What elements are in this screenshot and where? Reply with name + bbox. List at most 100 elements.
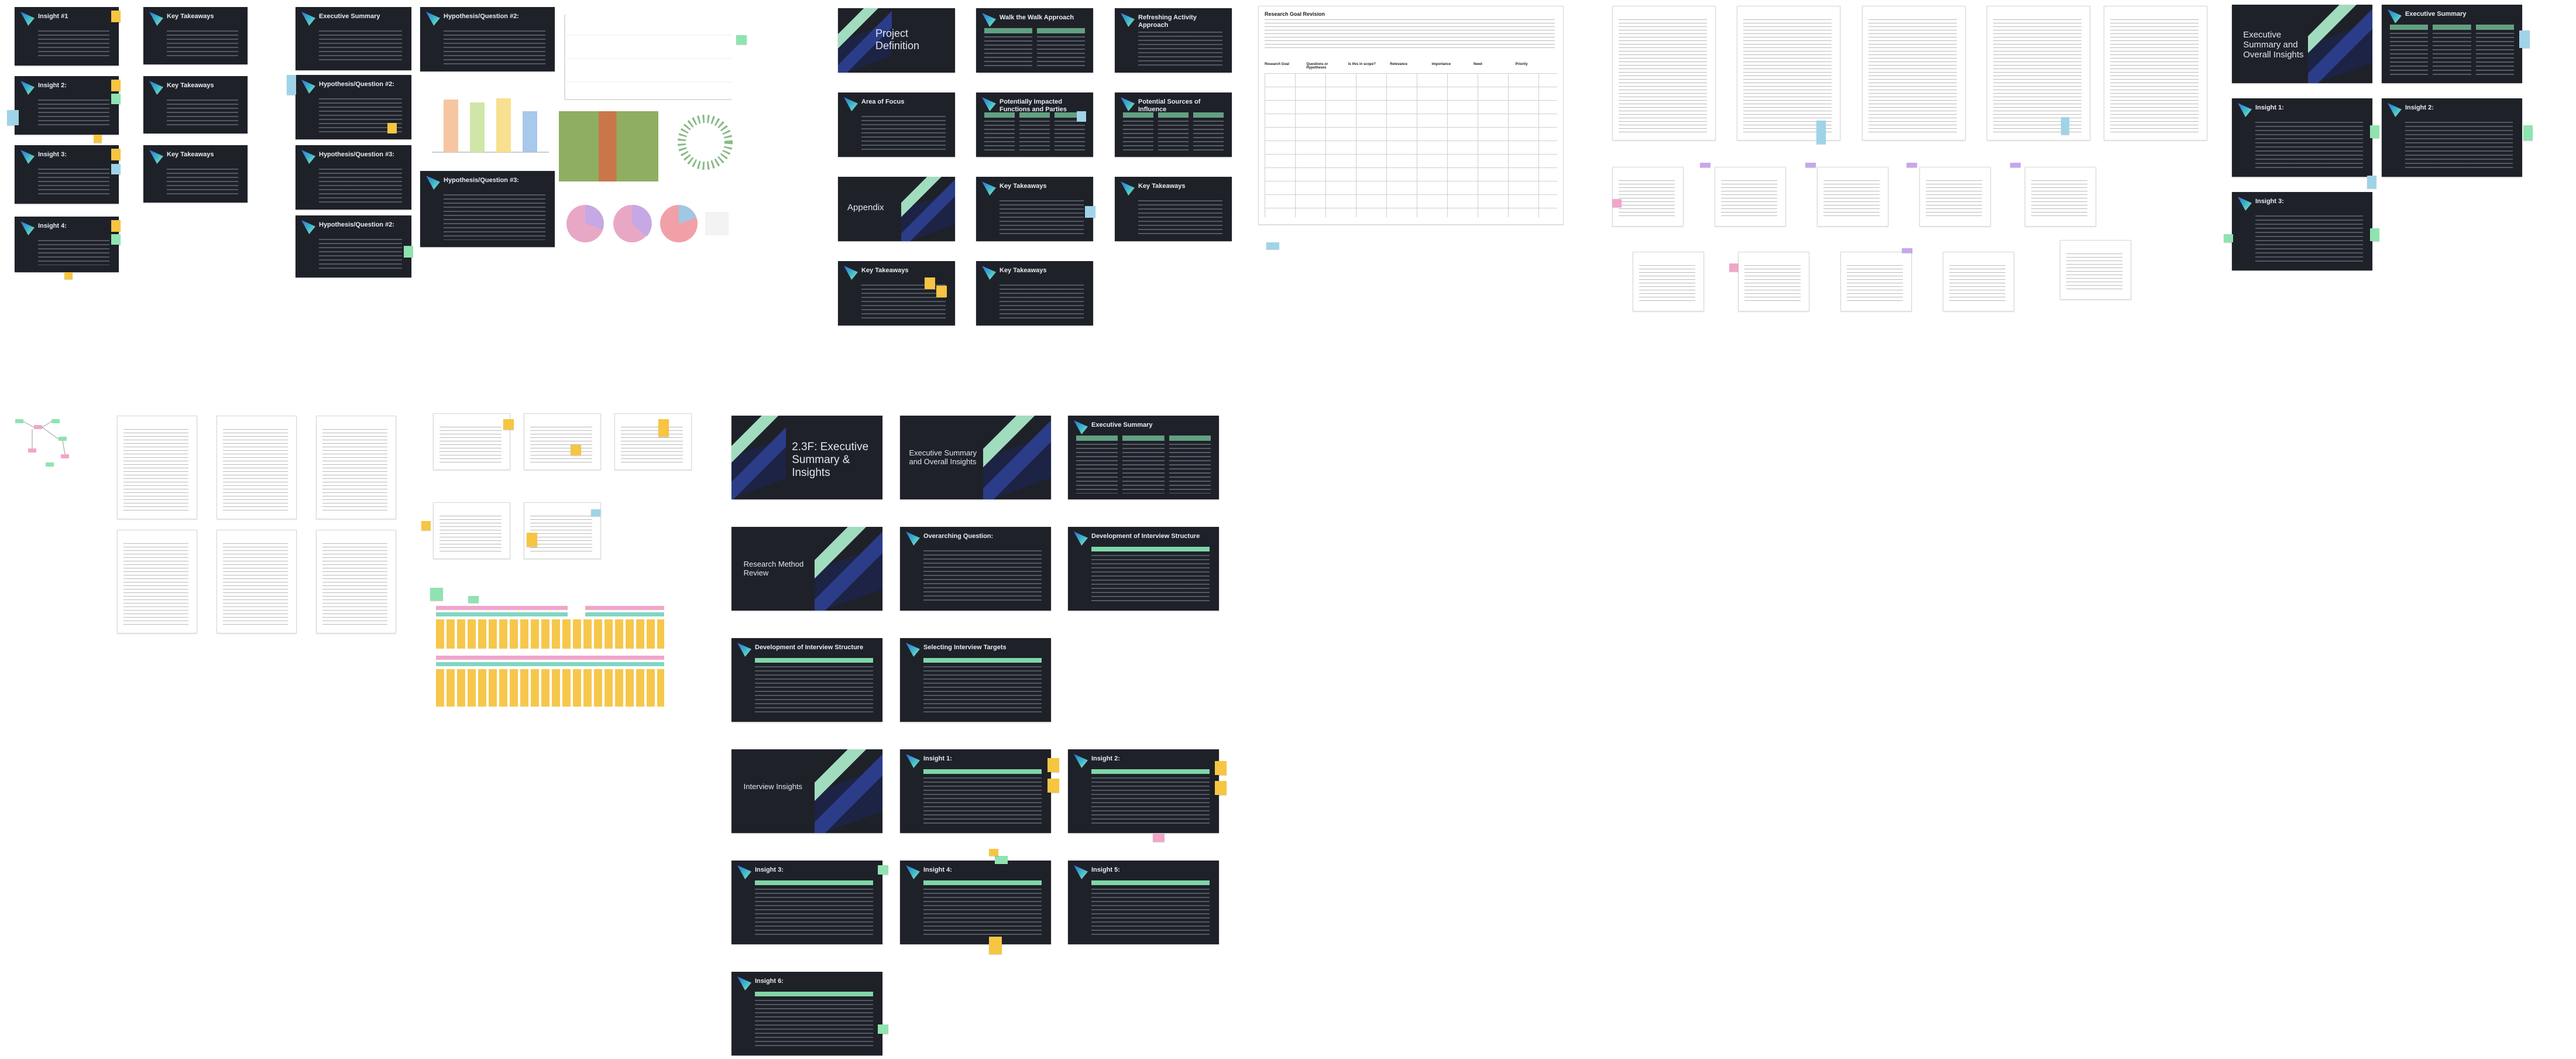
notes-doc-1[interactable] — [117, 416, 197, 519]
sticky-note[interactable] — [2367, 176, 2376, 189]
sticky-note[interactable] — [1902, 248, 1912, 253]
slide-executive-summary-mini[interactable]: Executive Summary — [296, 7, 411, 70]
slide-insight-4-bottom[interactable]: Insight 4: — [900, 861, 1051, 944]
interview-doc-5[interactable] — [2104, 6, 2207, 140]
screenshot-card[interactable] — [2025, 167, 2096, 227]
sticky-note[interactable] — [995, 856, 1008, 864]
sticky-note[interactable] — [925, 277, 935, 289]
sticky-note[interactable] — [736, 35, 747, 44]
sticky-note[interactable] — [1085, 206, 1095, 218]
slide-insight-1-bottom[interactable]: Insight 1: — [900, 749, 1051, 833]
sticky-note[interactable] — [468, 596, 479, 603]
sticky-note[interactable] — [2010, 163, 2021, 167]
notes-doc-6[interactable] — [316, 530, 396, 633]
slide-summary-table-3[interactable]: Key Takeaways — [143, 145, 248, 203]
slide-key-takeaways-4[interactable]: Key Takeaways — [976, 261, 1093, 325]
sticky-note[interactable] — [527, 533, 537, 547]
sticky-note[interactable] — [7, 110, 19, 125]
sticky-note[interactable] — [878, 865, 888, 875]
slide-hypothesis-2[interactable]: Hypothesis/Question #3: — [296, 145, 411, 210]
sticky-note[interactable] — [2519, 30, 2530, 48]
slide-project-definition[interactable]: Project Definition — [838, 8, 955, 73]
slide-appendix[interactable]: Appendix — [838, 177, 955, 241]
sticky-note[interactable] — [1047, 779, 1059, 793]
slide-exec-summary-overall-right[interactable]: Executive Summary and Overall Insights — [2232, 5, 2372, 83]
slide-exec-cover[interactable]: 2.3F: Executive Summary & Insights — [731, 416, 882, 499]
annotated-doc-1[interactable] — [433, 413, 510, 470]
slide-insight-right-2[interactable]: Insight 2: — [2382, 98, 2522, 177]
sticky-note[interactable] — [878, 1024, 888, 1034]
interview-doc-1[interactable] — [1612, 6, 1716, 140]
slide-walk-the-walk[interactable]: Walk the Walk Approach — [976, 8, 1093, 73]
slide-potential-functions[interactable]: Potentially Impacted Functions and Parti… — [976, 92, 1093, 157]
research-goal-table-doc[interactable]: Research Goal Revision Research Goal Que… — [1258, 6, 1564, 225]
slide-insight-3[interactable]: Insight 3: — [15, 145, 119, 204]
slide-summary-table-1[interactable]: Key Takeaways — [143, 7, 248, 64]
sticky-note[interactable] — [404, 246, 413, 258]
slide-potential-sources[interactable]: Potential Sources of Influence — [1115, 92, 1232, 157]
notes-doc-5[interactable] — [217, 530, 297, 633]
notes-doc-4[interactable] — [117, 530, 197, 633]
sticky-note[interactable] — [1215, 781, 1227, 795]
slide-selecting-targets[interactable]: Selecting Interview Targets — [900, 638, 1051, 722]
annotated-doc-2[interactable] — [524, 413, 601, 470]
sticky-note[interactable] — [430, 588, 443, 601]
sticky-note[interactable] — [658, 419, 669, 437]
annotated-doc-5[interactable] — [524, 502, 601, 559]
sticky-note[interactable] — [1805, 163, 1816, 167]
slide-insight-right-3[interactable]: Insight 3: — [2232, 192, 2372, 270]
slide-research-method[interactable]: Research Method Review — [731, 527, 882, 611]
slide-insight-1[interactable]: Insight #1 — [15, 7, 119, 66]
slide-hypothesis-charts[interactable]: Hypothesis/Question #2: — [420, 7, 555, 71]
slide-hypothesis-3[interactable]: Hypothesis/Question #2: — [296, 215, 411, 277]
screenshot-card[interactable] — [1919, 167, 1991, 227]
slide-refreshing-activity[interactable]: Refreshing Activity Approach — [1115, 8, 1232, 73]
mind-map[interactable] — [5, 413, 87, 478]
sticky-note[interactable] — [111, 11, 121, 22]
sticky-note[interactable] — [111, 94, 121, 104]
sticky-note[interactable] — [989, 937, 1002, 954]
sticky-note[interactable] — [111, 149, 121, 160]
screenshot-card[interactable] — [1738, 252, 1809, 311]
sticky-note[interactable] — [503, 419, 514, 430]
slide-summary-table-2[interactable]: Key Takeaways — [143, 76, 248, 133]
slide-exec-summary-right[interactable]: Executive Summary — [2382, 5, 2522, 83]
sticky-note[interactable] — [421, 521, 431, 530]
screenshot-card[interactable] — [2060, 240, 2131, 300]
slide-overarching-question[interactable]: Overarching Question: — [900, 527, 1051, 611]
notes-doc-2[interactable] — [217, 416, 297, 519]
slide-dev-interview-2[interactable]: Development of Interview Structure — [731, 638, 882, 722]
sticky-note[interactable] — [2370, 125, 2379, 138]
slide-insight-5-bottom[interactable]: Insight 5: — [1068, 861, 1219, 944]
slide-insight-4[interactable]: Insight 4: — [15, 217, 119, 272]
slide-area-of-focus[interactable]: Area of Focus — [838, 92, 955, 157]
sticky-note[interactable] — [2523, 125, 2533, 140]
sticky-note[interactable] — [387, 123, 397, 133]
slide-exec-summary[interactable]: Executive Summary — [1068, 416, 1219, 499]
sticky-note[interactable] — [591, 509, 600, 516]
notes-doc-3[interactable] — [316, 416, 396, 519]
sticky-note[interactable] — [2224, 234, 2233, 242]
annotated-doc-4[interactable] — [433, 502, 510, 559]
sticky-note[interactable] — [1907, 163, 1917, 167]
slide-key-takeaways-1[interactable]: Key Takeaways — [976, 177, 1093, 241]
interview-doc-3[interactable] — [1862, 6, 1966, 140]
slide-insight-2[interactable]: Insight 2: — [15, 76, 119, 135]
sticky-note[interactable] — [1700, 163, 1711, 167]
sticky-note[interactable] — [287, 75, 296, 95]
slide-interview-insights[interactable]: Interview Insights — [731, 749, 882, 833]
sticky-note[interactable] — [111, 234, 121, 245]
slide-insight-right-1[interactable]: Insight 1: — [2232, 98, 2372, 177]
sticky-note[interactable] — [571, 445, 581, 455]
screenshot-card[interactable] — [1840, 252, 1912, 311]
interview-doc-4[interactable] — [1987, 6, 2090, 140]
annotated-doc-3[interactable] — [614, 413, 692, 470]
slide-insight-6-bottom[interactable]: Insight 6: — [731, 972, 882, 1055]
sticky-note[interactable] — [2370, 228, 2379, 241]
sticky-note[interactable] — [94, 135, 102, 143]
slide-insight-3-bottom[interactable]: Insight 3: — [731, 861, 882, 944]
sticky-note[interactable] — [111, 164, 121, 174]
sticky-note[interactable] — [1047, 758, 1059, 772]
sticky-note[interactable] — [1729, 263, 1739, 272]
screenshot-card[interactable] — [1612, 167, 1684, 227]
